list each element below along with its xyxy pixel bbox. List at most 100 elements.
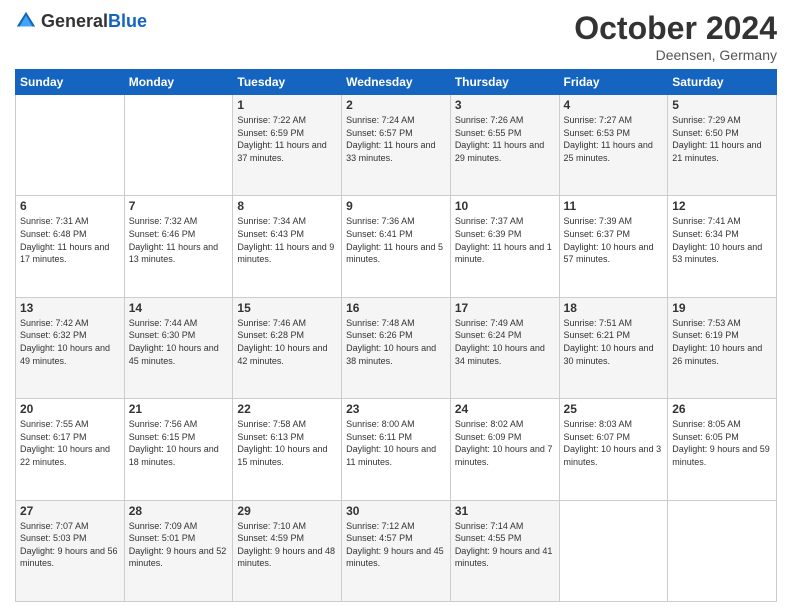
day-number: 21 — [129, 402, 229, 416]
day-cell-2-3: 16 Sunrise: 7:48 AM Sunset: 6:26 PM Dayli… — [342, 297, 451, 398]
location: Deensen, Germany — [574, 47, 777, 63]
day-cell-0-1 — [124, 95, 233, 196]
day-cell-2-6: 19 Sunrise: 7:53 AM Sunset: 6:19 PM Dayli… — [668, 297, 777, 398]
day-cell-3-1: 21Sunrise: 7:56 AM Sunset: 6:15 PM Dayli… — [124, 399, 233, 500]
day-detail: Sunrise: 7:46 AM Sunset: 6:28 PM Dayligh… — [237, 317, 337, 367]
day-detail: Sunrise: 7:07 AM Sunset: 5:03 PM Dayligh… — [20, 520, 120, 570]
title-block: October 2024 Deensen, Germany — [574, 10, 777, 63]
header: GeneralBlue October 2024 Deensen, German… — [15, 10, 777, 63]
day-detail: Sunrise: 7:37 AM Sunset: 6:39 PM Dayligh… — [455, 215, 555, 265]
day-number: 17 — [455, 301, 555, 315]
day-cell-3-5: 25 Sunrise: 8:03 AM Sunset: 6:07 PM Dayli… — [559, 399, 668, 500]
day-number: 8 — [237, 199, 337, 213]
col-thursday: Thursday — [450, 70, 559, 95]
day-number: 2 — [346, 98, 446, 112]
day-number: 16 — [346, 301, 446, 315]
day-detail: Sunrise: 7:49 AM Sunset: 6:24 PM Dayligh… — [455, 317, 555, 367]
day-detail: Sunrise: 7:14 AM Sunset: 4:55 PM Dayligh… — [455, 520, 555, 570]
week-row-2: 6Sunrise: 7:31 AM Sunset: 6:48 PM Daylig… — [16, 196, 777, 297]
day-detail: Sunrise: 7:27 AM Sunset: 6:53 PM Dayligh… — [564, 114, 664, 164]
day-cell-4-5 — [559, 500, 668, 601]
day-cell-4-1: 28 Sunrise: 7:09 AM Sunset: 5:01 PM Dayli… — [124, 500, 233, 601]
calendar-table: Sunday Monday Tuesday Wednesday Thursday… — [15, 69, 777, 602]
day-number: 4 — [564, 98, 664, 112]
day-detail: Sunrise: 7:29 AM Sunset: 6:50 PM Dayligh… — [672, 114, 772, 164]
col-wednesday: Wednesday — [342, 70, 451, 95]
day-cell-3-3: 23Sunrise: 8:00 AM Sunset: 6:11 PM Dayli… — [342, 399, 451, 500]
col-monday: Monday — [124, 70, 233, 95]
day-detail: Sunrise: 8:03 AM Sunset: 6:07 PM Dayligh… — [564, 418, 664, 468]
day-number: 9 — [346, 199, 446, 213]
day-detail: Sunrise: 7:12 AM Sunset: 4:57 PM Dayligh… — [346, 520, 446, 570]
day-cell-3-2: 22 Sunrise: 7:58 AM Sunset: 6:13 PM Dayli… — [233, 399, 342, 500]
day-number: 28 — [129, 504, 229, 518]
day-number: 10 — [455, 199, 555, 213]
day-detail: Sunrise: 7:58 AM Sunset: 6:13 PM Dayligh… — [237, 418, 337, 468]
day-detail: Sunrise: 7:53 AM Sunset: 6:19 PM Dayligh… — [672, 317, 772, 367]
day-cell-3-0: 20Sunrise: 7:55 AM Sunset: 6:17 PM Dayli… — [16, 399, 125, 500]
week-row-4: 20Sunrise: 7:55 AM Sunset: 6:17 PM Dayli… — [16, 399, 777, 500]
day-cell-0-3: 2 Sunrise: 7:24 AM Sunset: 6:57 PM Daylig… — [342, 95, 451, 196]
day-number: 6 — [20, 199, 120, 213]
day-detail: Sunrise: 7:44 AM Sunset: 6:30 PM Dayligh… — [129, 317, 229, 367]
day-cell-2-5: 18 Sunrise: 7:51 AM Sunset: 6:21 PM Dayli… — [559, 297, 668, 398]
day-number: 1 — [237, 98, 337, 112]
day-number: 24 — [455, 402, 555, 416]
day-detail: Sunrise: 7:41 AM Sunset: 6:34 PM Dayligh… — [672, 215, 772, 265]
day-number: 25 — [564, 402, 664, 416]
day-detail: Sunrise: 7:34 AM Sunset: 6:43 PM Dayligh… — [237, 215, 337, 265]
day-number: 26 — [672, 402, 772, 416]
month-title: October 2024 — [574, 10, 777, 47]
day-cell-1-3: 9 Sunrise: 7:36 AM Sunset: 6:41 PM Daylig… — [342, 196, 451, 297]
day-cell-0-5: 4 Sunrise: 7:27 AM Sunset: 6:53 PM Daylig… — [559, 95, 668, 196]
day-number: 18 — [564, 301, 664, 315]
day-number: 22 — [237, 402, 337, 416]
day-detail: Sunrise: 7:26 AM Sunset: 6:55 PM Dayligh… — [455, 114, 555, 164]
day-cell-4-3: 30Sunrise: 7:12 AM Sunset: 4:57 PM Dayli… — [342, 500, 451, 601]
day-detail: Sunrise: 7:09 AM Sunset: 5:01 PM Dayligh… — [129, 520, 229, 570]
day-cell-0-0 — [16, 95, 125, 196]
day-cell-1-5: 11Sunrise: 7:39 AM Sunset: 6:37 PM Dayli… — [559, 196, 668, 297]
page: GeneralBlue October 2024 Deensen, German… — [0, 0, 792, 612]
day-cell-1-0: 6Sunrise: 7:31 AM Sunset: 6:48 PM Daylig… — [16, 196, 125, 297]
day-number: 31 — [455, 504, 555, 518]
day-cell-2-2: 15 Sunrise: 7:46 AM Sunset: 6:28 PM Dayli… — [233, 297, 342, 398]
day-number: 12 — [672, 199, 772, 213]
day-cell-2-1: 14 Sunrise: 7:44 AM Sunset: 6:30 PM Dayli… — [124, 297, 233, 398]
logo-text: GeneralBlue — [41, 11, 147, 32]
day-cell-1-2: 8 Sunrise: 7:34 AM Sunset: 6:43 PM Daylig… — [233, 196, 342, 297]
logo-general: General — [41, 11, 108, 31]
col-sunday: Sunday — [16, 70, 125, 95]
week-row-1: 1Sunrise: 7:22 AM Sunset: 6:59 PM Daylig… — [16, 95, 777, 196]
logo: GeneralBlue — [15, 10, 147, 32]
day-number: 29 — [237, 504, 337, 518]
week-row-3: 13Sunrise: 7:42 AM Sunset: 6:32 PM Dayli… — [16, 297, 777, 398]
day-detail: Sunrise: 7:32 AM Sunset: 6:46 PM Dayligh… — [129, 215, 229, 265]
day-detail: Sunrise: 7:48 AM Sunset: 6:26 PM Dayligh… — [346, 317, 446, 367]
calendar-header-row: Sunday Monday Tuesday Wednesday Thursday… — [16, 70, 777, 95]
day-number: 20 — [20, 402, 120, 416]
day-number: 27 — [20, 504, 120, 518]
day-cell-0-6: 5 Sunrise: 7:29 AM Sunset: 6:50 PM Daylig… — [668, 95, 777, 196]
day-cell-2-0: 13Sunrise: 7:42 AM Sunset: 6:32 PM Dayli… — [16, 297, 125, 398]
day-cell-2-4: 17 Sunrise: 7:49 AM Sunset: 6:24 PM Dayli… — [450, 297, 559, 398]
day-number: 15 — [237, 301, 337, 315]
day-cell-4-2: 29Sunrise: 7:10 AM Sunset: 4:59 PM Dayli… — [233, 500, 342, 601]
day-number: 5 — [672, 98, 772, 112]
day-number: 11 — [564, 199, 664, 213]
day-number: 19 — [672, 301, 772, 315]
day-detail: Sunrise: 7:24 AM Sunset: 6:57 PM Dayligh… — [346, 114, 446, 164]
day-detail: Sunrise: 7:42 AM Sunset: 6:32 PM Dayligh… — [20, 317, 120, 367]
day-cell-1-1: 7Sunrise: 7:32 AM Sunset: 6:46 PM Daylig… — [124, 196, 233, 297]
logo-icon — [15, 10, 37, 32]
day-cell-4-4: 31 Sunrise: 7:14 AM Sunset: 4:55 PM Dayli… — [450, 500, 559, 601]
day-cell-3-6: 26Sunrise: 8:05 AM Sunset: 6:05 PM Dayli… — [668, 399, 777, 500]
day-detail: Sunrise: 7:51 AM Sunset: 6:21 PM Dayligh… — [564, 317, 664, 367]
day-cell-3-4: 24Sunrise: 8:02 AM Sunset: 6:09 PM Dayli… — [450, 399, 559, 500]
day-number: 14 — [129, 301, 229, 315]
col-tuesday: Tuesday — [233, 70, 342, 95]
logo-blue: Blue — [108, 11, 147, 31]
day-detail: Sunrise: 7:36 AM Sunset: 6:41 PM Dayligh… — [346, 215, 446, 265]
day-detail: Sunrise: 8:00 AM Sunset: 6:11 PM Dayligh… — [346, 418, 446, 468]
week-row-5: 27 Sunrise: 7:07 AM Sunset: 5:03 PM Dayli… — [16, 500, 777, 601]
